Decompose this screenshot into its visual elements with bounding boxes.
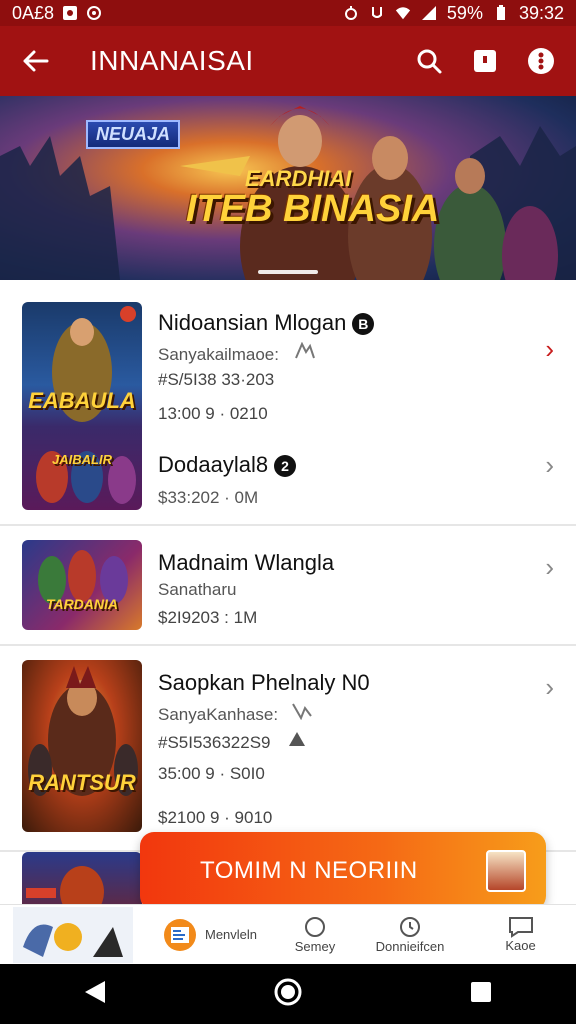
thumbnail-artwork [38, 550, 128, 604]
list-item-title[interactable]: Dodaaylal8 2 [158, 452, 297, 478]
game-thumbnail[interactable]: TARDANIA [22, 540, 142, 630]
status-time-text: 0A£8 [12, 2, 55, 23]
page-title: INNANAISAI [90, 45, 254, 76]
menu-book-icon [163, 918, 196, 951]
arrow-left-icon [23, 50, 49, 72]
alarm-icon [343, 5, 359, 21]
list-item-group: EABAULA JAIBALIR Nidoansian Mlogan B Sany… [0, 280, 576, 526]
chevron-right-icon[interactable]: › [545, 334, 554, 365]
system-recents-button[interactable] [469, 980, 493, 1009]
list-item-time: 13:00 9 · 0210 [158, 404, 268, 423]
banner-page-indicator [258, 270, 318, 274]
signal-icon [421, 5, 437, 21]
banner-tag: NEUAJA [86, 120, 181, 149]
list-item-title: Madnaim Wlangla [158, 550, 335, 575]
nav-label: Donnieifcen [375, 939, 445, 954]
search-icon [417, 49, 442, 74]
thumbnail-artwork [28, 666, 138, 796]
nav-label: Kaoe [505, 938, 536, 953]
genre-icon [291, 702, 313, 725]
nav-item-home[interactable] [0, 906, 145, 963]
nav-label: Menvleln [204, 927, 258, 942]
chat-icon [508, 917, 533, 938]
thumbnail-title: RANTSUR [28, 770, 136, 795]
list-item-price: #S5I536322S9 [158, 730, 307, 753]
bookmark-button[interactable] [470, 46, 500, 76]
more-options-button[interactable] [526, 46, 556, 76]
more-icon [528, 48, 554, 74]
list-item-title: Saopkan Phelnaly N0 [158, 670, 370, 695]
featured-banner[interactable]: NEUAJA EARDHIAI ITEB BINASIA [0, 96, 576, 280]
game-thumbnail[interactable]: EABAULA JAIBALIR [22, 302, 142, 510]
primary-cta-button[interactable]: TOMIM N NEORIIN [140, 832, 546, 910]
subtitle-text: SanyaKanhase: [158, 705, 279, 724]
chevron-right-icon[interactable]: › [545, 672, 554, 703]
thumbnail-title: TARDANIA [45, 596, 119, 612]
game-thumbnail[interactable] [22, 852, 142, 904]
verified-badge: 2 [274, 455, 297, 478]
thumbnail-title: EABAULA [28, 388, 136, 413]
back-button[interactable] [0, 26, 70, 96]
sync-notification-icon [86, 5, 102, 21]
cta-avatar [486, 850, 526, 892]
home-art-icon [12, 906, 133, 963]
nav-item-cart[interactable]: Kaoe [465, 916, 576, 953]
list-item[interactable]: TARDANIA Madnaim Wlangla Sanatharu $2I92… [0, 526, 576, 646]
cta-label: TOMIM N NEORIIN [200, 857, 418, 884]
search-button[interactable] [414, 46, 444, 76]
genre-icon [294, 341, 316, 365]
search-circle-icon [305, 917, 325, 937]
rating-icon [287, 730, 307, 753]
vibrate-icon [369, 5, 385, 21]
chevron-right-icon[interactable]: › [545, 450, 554, 481]
app-bar: INNANAISAI [0, 26, 576, 96]
list-item-subtitle: $33:202 · 0M [158, 488, 259, 507]
battery-icon [493, 5, 509, 21]
system-back-button[interactable] [83, 979, 107, 1010]
price-text: #S5I536322S9 [158, 733, 271, 752]
list-item-time: $2100 9 · 9010 [158, 808, 273, 827]
thumbnail-title: JAIBALIR [52, 452, 112, 467]
status-clock: 39:32 [518, 2, 564, 23]
battery-percent: 59% [446, 2, 483, 23]
nav-item-menu[interactable]: Menvleln [145, 918, 275, 952]
item-title-text: Dodaaylal8 [158, 452, 269, 477]
banner-title: ITEB BINASIA [186, 188, 440, 230]
list-item-subtitle: Sanyakailmaoe: [158, 341, 316, 365]
back-triangle-icon [85, 980, 105, 1003]
clock-icon [400, 917, 420, 937]
status-bar: 0A£8 59% 39:32 [0, 0, 576, 26]
system-home-button[interactable] [273, 977, 303, 1012]
list-item-title[interactable]: Nidoansian Mlogan B [158, 310, 375, 336]
bookmark-icon [474, 50, 496, 72]
bottom-navigation: Menvleln Semey Donnieifcen Kaoe [0, 904, 576, 964]
home-circle-icon [274, 978, 302, 1005]
chevron-right-icon[interactable]: › [545, 552, 554, 583]
system-navigation-bar [0, 964, 576, 1024]
nav-item-search[interactable]: Semey [275, 915, 355, 954]
list-item-price: #S/5I38 33·203 [158, 370, 275, 389]
thumbnail-artwork [26, 866, 104, 904]
list-item-time: 35:00 9 · S0I0 [158, 764, 265, 783]
list-item-subtitle: SanyaKanhase: [158, 702, 313, 725]
item-title-text: Nidoansian Mlogan [158, 310, 347, 335]
nav-item-downloads[interactable]: Donnieifcen [355, 915, 465, 954]
list-item-subtitle: Sanatharu [158, 580, 237, 599]
wifi-icon [395, 5, 411, 21]
verified-badge: B [352, 313, 375, 336]
nav-label: Semey [294, 939, 336, 954]
recents-square-icon [471, 981, 491, 1002]
game-thumbnail[interactable]: RANTSUR [22, 660, 142, 832]
list-item[interactable]: RANTSUR Saopkan Phelnaly N0 SanyaKanhase… [0, 646, 576, 852]
subtitle-text: Sanyakailmaoe: [158, 345, 279, 364]
list-item-price: $2I9203 : 1M [158, 608, 258, 627]
photo-notification-icon [62, 5, 78, 21]
